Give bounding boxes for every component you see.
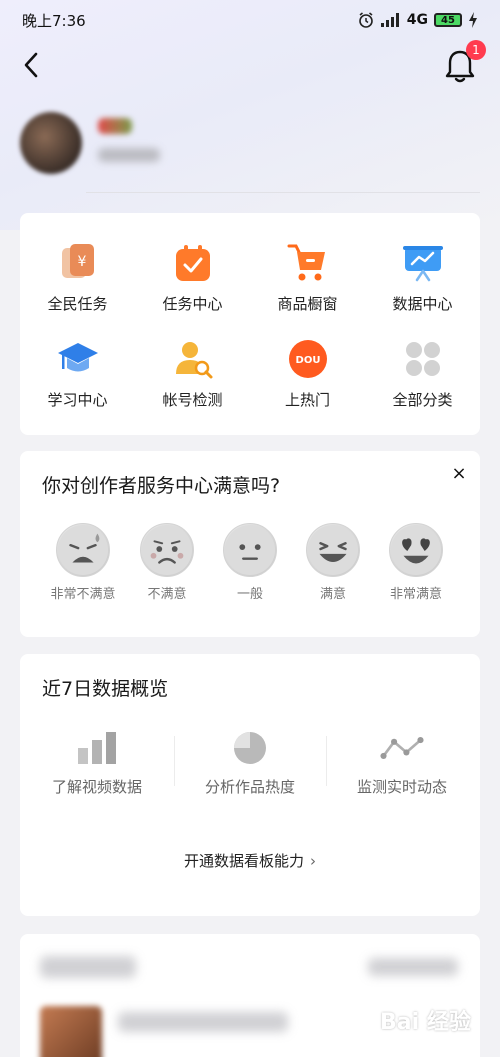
battery-icon: 45 — [434, 13, 462, 27]
tools-card: ¥ 全民任务 任务中心 商品橱窗 数据中心 学习中心 帐号检测 DOU 上热门 … — [20, 213, 480, 435]
rating-label: 非常满意 — [389, 587, 442, 602]
profile-name-blurred — [98, 118, 132, 134]
data-item-realtime-monitor[interactable]: 监测实时动态 — [327, 730, 477, 797]
pie-chart-icon — [228, 730, 272, 766]
svg-text:¥: ¥ — [77, 254, 86, 270]
data-item-video-data[interactable]: 了解视频数据 — [22, 730, 172, 797]
tool-product-showcase[interactable]: 商品橱窗 — [250, 241, 365, 314]
tool-label: 全部分类 — [392, 391, 453, 409]
notification-badge: 1 — [466, 40, 486, 60]
charging-icon — [469, 12, 477, 28]
very-satisfied-face-icon — [389, 523, 443, 577]
notification-button[interactable]: 1 — [442, 40, 486, 86]
data-item-label: 了解视频数据 — [51, 778, 142, 796]
all-categories-icon — [401, 337, 445, 381]
tool-quanmin-tasks[interactable]: ¥ 全民任务 — [20, 241, 135, 314]
coupon-yen-icon: ¥ — [56, 241, 100, 285]
task-center-card[interactable] — [20, 934, 480, 1057]
signal-icon — [380, 13, 399, 27]
data-board-icon — [401, 241, 445, 285]
profile-subtitle-blurred — [98, 148, 160, 162]
rating-very-dissatisfied[interactable]: 非常不满意 — [38, 523, 128, 602]
tool-label: 上热门 — [284, 391, 330, 409]
dou-plus-icon: DOU — [286, 337, 330, 381]
tool-label: 数据中心 — [392, 295, 453, 313]
task-name-blurred — [118, 1012, 288, 1032]
rating-very-satisfied[interactable]: 非常满意 — [371, 523, 461, 602]
enable-dashboard-label: 开通数据看板能力 — [183, 852, 304, 870]
account-check-icon — [171, 337, 215, 381]
status-indicators: 4G 45 — [357, 11, 478, 29]
satisfied-face-icon — [306, 523, 360, 577]
rating-label: 不满意 — [147, 587, 187, 602]
data-item-label: 分析作品热度 — [204, 778, 295, 796]
chevron-right-icon: › — [310, 852, 316, 870]
data-item-work-heat[interactable]: 分析作品热度 — [175, 730, 325, 797]
back-button[interactable] — [18, 48, 48, 82]
alarm-icon — [358, 12, 373, 28]
very-dissatisfied-face-icon — [56, 523, 110, 577]
status-time: 晚上7:36 — [22, 11, 86, 30]
graduation-cap-icon — [56, 337, 100, 381]
line-trend-icon — [380, 730, 424, 766]
enable-dashboard-link[interactable]: 开通数据看板能力 › — [20, 850, 480, 871]
survey-title: 你对创作者服务中心满意吗? — [42, 475, 281, 497]
tool-all-categories[interactable]: 全部分类 — [365, 337, 480, 410]
rating-satisfied[interactable]: 满意 — [288, 523, 378, 602]
satisfaction-survey-card: 你对创作者服务中心满意吗? × 非常不满意 不满意 一般 满意 非常满意 — [20, 451, 480, 637]
bar-chart-icon — [75, 730, 119, 766]
tool-dou-plus[interactable]: DOU 上热门 — [250, 337, 365, 410]
rating-label: 非常不满意 — [50, 587, 116, 602]
profile-header[interactable] — [20, 110, 480, 190]
watermark-logo: Bai 经验 — [380, 1010, 471, 1035]
task-card-more-blurred — [368, 958, 458, 976]
rating-label: 满意 — [319, 587, 346, 602]
tool-label: 帐号检测 — [162, 391, 223, 409]
chevron-left-icon — [24, 52, 38, 78]
dissatisfied-face-icon — [140, 523, 194, 577]
task-calendar-icon — [171, 241, 215, 285]
tool-label: 商品橱窗 — [277, 295, 338, 313]
battery-level: 45 — [441, 14, 455, 26]
task-card-title-blurred — [40, 956, 136, 978]
rating-neutral[interactable]: 一般 — [205, 523, 295, 602]
tool-label: 学习中心 — [47, 391, 108, 409]
tool-task-center[interactable]: 任务中心 — [135, 241, 250, 314]
rating-dissatisfied[interactable]: 不满意 — [122, 523, 212, 602]
data-overview-title: 近7日数据概览 — [42, 678, 169, 700]
network-type: 4G — [406, 12, 428, 28]
svg-text:DOU: DOU — [295, 355, 320, 366]
tool-label: 任务中心 — [162, 295, 223, 313]
close-icon[interactable]: × — [448, 463, 470, 485]
data-overview-card: 近7日数据概览 了解视频数据 分析作品热度 监测实时动态 开通数据看板能力 › — [20, 654, 480, 916]
tool-label: 全民任务 — [47, 295, 108, 313]
task-thumbnail — [40, 1006, 102, 1057]
neutral-face-icon — [223, 523, 277, 577]
profile-divider — [86, 192, 480, 193]
tool-data-center[interactable]: 数据中心 — [365, 241, 480, 314]
shopping-cart-icon — [286, 241, 330, 285]
data-item-label: 监测实时动态 — [356, 778, 447, 796]
avatar[interactable] — [20, 112, 82, 174]
rating-label: 一般 — [236, 587, 263, 602]
status-bar: 晚上7:36 4G 45 — [0, 0, 500, 40]
tool-account-check[interactable]: 帐号检测 — [135, 337, 250, 410]
tool-learning-center[interactable]: 学习中心 — [20, 337, 135, 410]
